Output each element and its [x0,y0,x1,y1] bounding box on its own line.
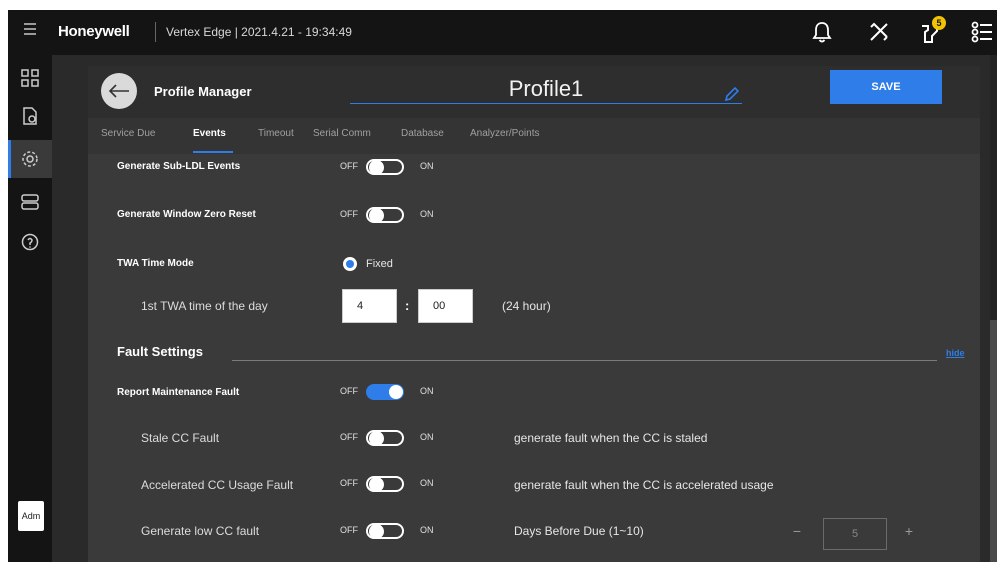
low-cc-label: Generate low CC fault [141,524,260,538]
low-cc-toggle: OFF ON [340,523,450,539]
maintenance-icon[interactable]: 5 [916,16,946,46]
top-bar: Honeywell Vertex Edge | 2021.4.21 - 19:3… [8,10,997,55]
report-maintenance-switch[interactable] [366,384,404,400]
dashboard-icon[interactable] [8,59,52,97]
accelerated-cc-label: Accelerated CC Usage Fault [141,478,294,492]
tab-database[interactable]: Database [401,128,444,139]
days-before-due-label: Days Before Due (1~10) [514,524,644,538]
back-button[interactable] [101,73,137,109]
low-cc-switch[interactable] [366,523,404,539]
toggle-on-label: ON [420,525,434,535]
report-maintenance-label: Report Maintenance Fault [117,387,240,398]
notification-badge: 5 [932,16,946,30]
arrow-left-icon [108,84,129,98]
section-divider [232,360,937,361]
time-unit: (24 hour) [502,299,551,313]
stale-cc-label: Stale CC Fault [141,431,220,445]
time-separator: : [405,298,410,313]
sub-ldl-toggle: OFF ON [340,159,450,175]
toggle-off-label: OFF [340,432,358,442]
fixed-radio[interactable] [343,257,357,271]
page-title: Profile Manager [154,84,252,99]
profile-name-input[interactable] [350,74,742,104]
hide-link[interactable]: hide [946,348,965,358]
pencil-icon[interactable] [724,86,740,102]
window-zero-label: Generate Window Zero Reset [117,209,256,220]
app-title: Vertex Edge | 2021.4.21 - 19:34:49 [166,25,352,39]
toggle-off-label: OFF [340,386,358,396]
accelerated-cc-hint: generate fault when the CC is accelerate… [514,478,774,492]
increment-button[interactable]: + [900,522,918,540]
sub-ldl-label: Generate Sub-LDL Events [117,161,241,172]
accelerated-cc-switch[interactable] [366,476,404,492]
tab-analyzer-points[interactable]: Analyzer/Points [470,128,539,139]
toggle-off-label: OFF [340,209,358,219]
menu-icon[interactable] [24,23,36,37]
hour-input[interactable] [342,289,397,323]
tab-bar: Service Due Events Timeout Serial Comm D… [88,118,980,154]
brand-logo: Honeywell [58,23,130,40]
settings-icon[interactable] [8,140,52,178]
toggle-off-label: OFF [340,478,358,488]
events-panel: Generate Sub-LDL Events OFF ON Generate … [88,154,980,562]
fixed-radio-label: Fixed [366,258,393,270]
tab-events[interactable]: Events [193,128,226,139]
toggle-on-label: ON [420,432,434,442]
stale-cc-hint: generate fault when the CC is staled [514,431,708,445]
stale-cc-switch[interactable] [366,430,404,446]
list-icon[interactable] [968,18,996,46]
bell-icon[interactable] [808,18,836,46]
app-window: Honeywell Vertex Edge | 2021.4.21 - 19:3… [8,10,997,562]
toggle-on-label: ON [420,161,434,171]
window-zero-switch[interactable] [366,207,404,223]
stale-cc-toggle: OFF ON [340,430,450,446]
twa-mode-label: TWA Time Mode [117,258,194,269]
scrollbar-thumb[interactable] [990,320,997,562]
divider [155,22,156,42]
minute-input[interactable] [418,289,473,323]
active-tab-indicator [193,151,233,153]
avatar[interactable]: Adm [18,501,44,531]
devices-icon[interactable] [8,183,52,221]
help-icon[interactable] [8,223,52,261]
save-button[interactable]: SAVE [830,70,942,104]
toggle-on-label: ON [420,478,434,488]
tools-icon[interactable] [865,18,893,46]
fault-settings-title: Fault Settings [117,344,203,359]
twa-time-label: 1st TWA time of the day [141,299,268,313]
toggle-off-label: OFF [340,161,358,171]
profile-header: Profile Manager SAVE [88,66,980,118]
tab-timeout[interactable]: Timeout [258,128,294,139]
left-nav: Adm [8,55,52,562]
toggle-off-label: OFF [340,525,358,535]
report-maintenance-toggle: OFF ON [340,384,450,400]
toggle-on-label: ON [420,386,434,396]
accelerated-cc-toggle: OFF ON [340,476,450,492]
days-before-due-input[interactable] [823,518,887,550]
report-icon[interactable] [8,97,52,135]
tab-serial-comm[interactable]: Serial Comm [313,128,371,139]
sub-ldl-switch[interactable] [366,159,404,175]
tab-service-due[interactable]: Service Due [101,128,155,139]
decrement-button[interactable]: − [788,522,806,540]
toggle-on-label: ON [420,209,434,219]
window-zero-toggle: OFF ON [340,207,450,223]
